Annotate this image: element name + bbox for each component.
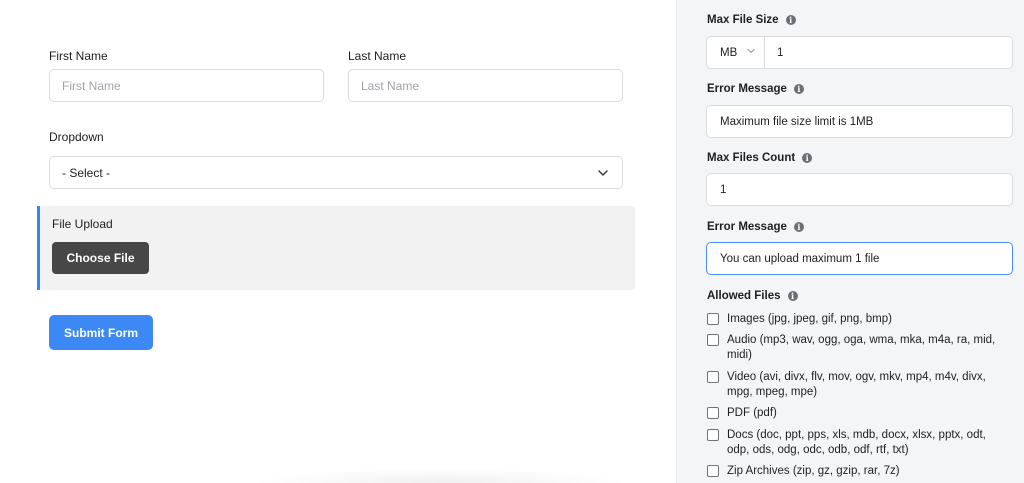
size-unit-value: MB xyxy=(720,46,738,59)
info-icon[interactable]: i xyxy=(793,222,804,232)
dropdown-value: - Select - xyxy=(62,165,111,180)
checkbox-label: Docs (doc, ppt, pps, xls, mdb, docx, xls… xyxy=(727,429,986,456)
info-icon[interactable]: i xyxy=(793,84,804,94)
chevron-down-icon xyxy=(746,46,756,59)
info-icon[interactable]: i xyxy=(802,153,813,163)
allowed-file-pdf[interactable]: PDF (pdf) xyxy=(707,406,1002,421)
last-name-label: Last Name xyxy=(348,49,407,63)
form-preview: First Name Last Name Dropdown - Select -… xyxy=(0,0,676,483)
max-file-size-text: Max File Size xyxy=(707,14,779,26)
checkbox[interactable] xyxy=(707,465,719,477)
allowed-file-audio[interactable]: Audio (mp3, wav, ogg, oga, wma, mka, m4a… xyxy=(707,333,1002,363)
settings-panel: Max File Size i MB 1 Error Message i Max… xyxy=(676,0,1024,483)
error-message-text: Error Message xyxy=(707,221,787,233)
checkbox-label: Zip Archives (zip, gz, gzip, rar, 7z) xyxy=(727,465,900,477)
file-size-error-input[interactable]: Maximum file size limit is 1MB xyxy=(706,105,1013,138)
max-file-size-label: Max File Size i xyxy=(707,14,796,26)
allowed-file-video[interactable]: Video (avi, divx, flv, mov, ogv, mkv, mp… xyxy=(707,370,1002,400)
max-files-count-label: Max Files Count i xyxy=(707,152,813,164)
allowed-files-label: Allowed Files i xyxy=(707,290,798,302)
error-message-label: Error Message i xyxy=(707,221,804,233)
dropdown-select[interactable]: - Select - xyxy=(49,156,623,189)
allowed-file-zip[interactable]: Zip Archives (zip, gz, gzip, rar, 7z) xyxy=(707,464,1002,479)
checkbox-label: Audio (mp3, wav, ogg, oga, wma, mka, m4a… xyxy=(727,334,996,361)
canvas-shadow xyxy=(250,468,630,483)
last-name-input[interactable] xyxy=(348,69,623,102)
checkbox[interactable] xyxy=(707,334,719,346)
files-count-error-input[interactable]: You can upload maximum 1 file xyxy=(706,242,1013,275)
chevron-down-icon xyxy=(596,166,610,180)
checkbox[interactable] xyxy=(707,371,719,383)
error-message-label: Error Message i xyxy=(707,83,804,95)
choose-file-button[interactable]: Choose File xyxy=(52,242,149,274)
checkbox[interactable] xyxy=(707,429,719,441)
file-upload-label: File Upload xyxy=(52,217,113,231)
first-name-label: First Name xyxy=(49,49,108,63)
info-icon[interactable]: i xyxy=(785,15,796,25)
checkbox-label: Video (avi, divx, flv, mov, ogv, mkv, mp… xyxy=(727,371,986,398)
submit-form-button[interactable]: Submit Form xyxy=(49,315,153,350)
allowed-file-images[interactable]: Images (jpg, jpeg, gif, png, bmp) xyxy=(707,312,1002,327)
max-file-size-group: MB 1 xyxy=(706,36,1013,69)
max-files-count-input[interactable]: 1 xyxy=(706,173,1013,206)
file-upload-field: File Upload Choose File xyxy=(37,206,635,290)
first-name-input[interactable] xyxy=(49,69,324,102)
error-message-text: Error Message xyxy=(707,83,787,95)
checkbox-label: Images (jpg, jpeg, gif, png, bmp) xyxy=(727,313,892,325)
checkbox-label: PDF (pdf) xyxy=(727,407,777,419)
size-unit-select[interactable]: MB xyxy=(707,37,765,68)
checkbox[interactable] xyxy=(707,407,719,419)
info-icon[interactable]: i xyxy=(787,291,798,301)
checkbox[interactable] xyxy=(707,313,719,325)
allowed-file-docs[interactable]: Docs (doc, ppt, pps, xls, mdb, docx, xls… xyxy=(707,428,1002,458)
dropdown-label: Dropdown xyxy=(49,130,104,144)
allowed-files-text: Allowed Files xyxy=(707,290,781,302)
max-files-count-text: Max Files Count xyxy=(707,152,796,164)
max-file-size-input[interactable]: 1 xyxy=(765,37,783,68)
